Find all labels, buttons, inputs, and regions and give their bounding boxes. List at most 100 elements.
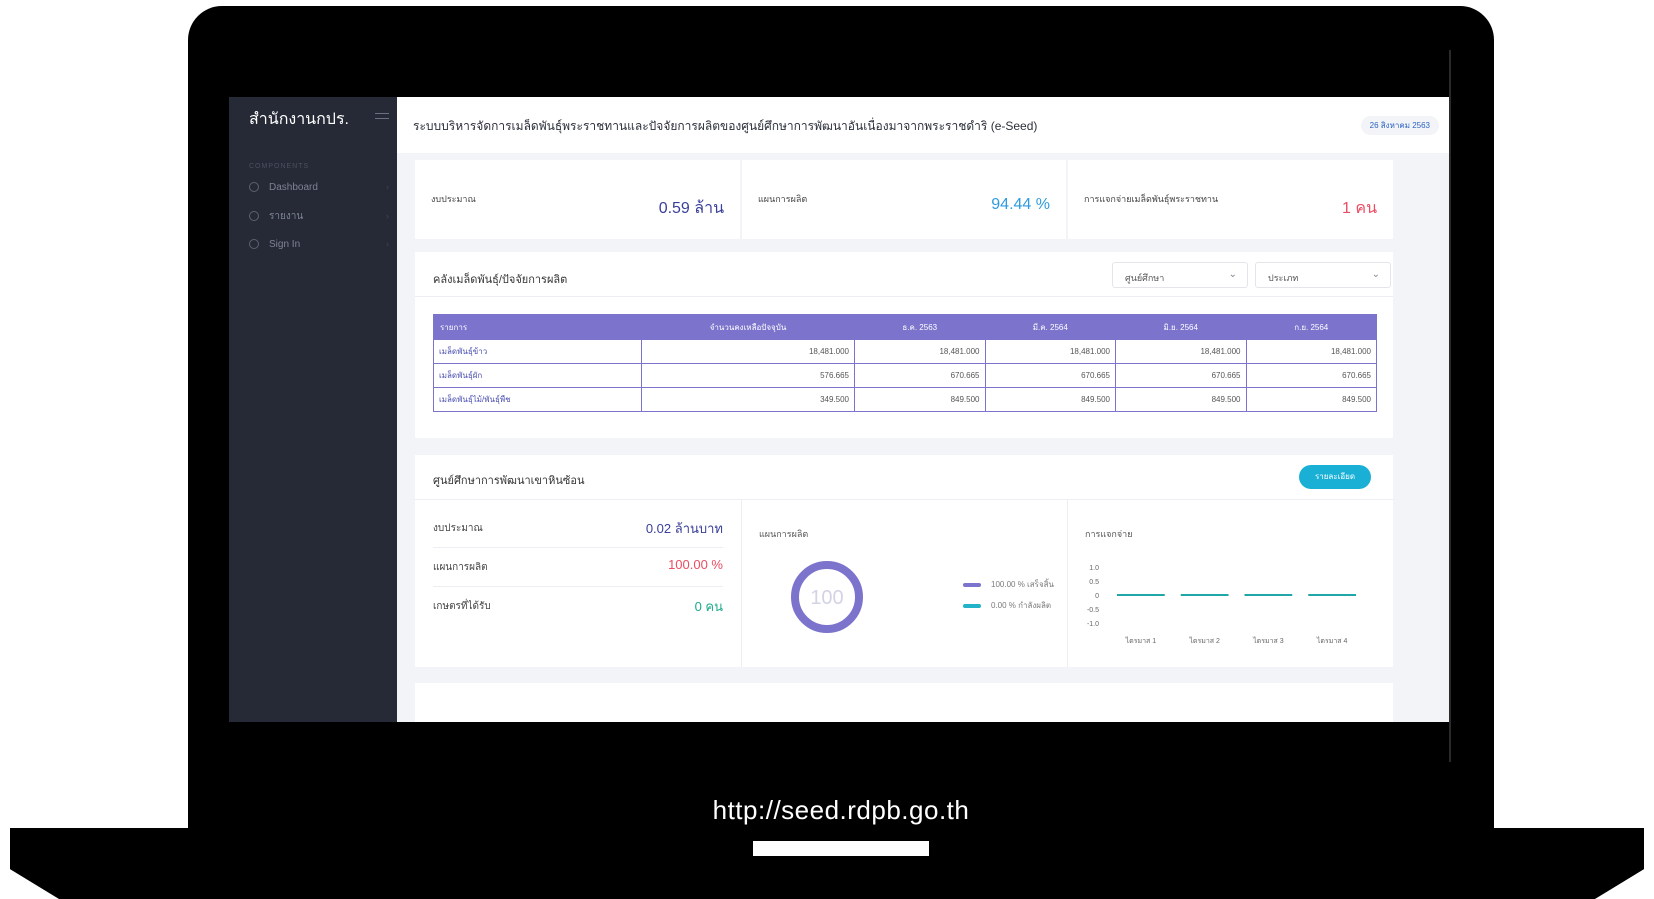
production-donut-chart: 100 <box>791 561 863 633</box>
production-chart-title: แผนการผลิต <box>759 529 809 539</box>
table-cell: 670.665 <box>854 363 986 388</box>
table-cell: 18,481.000 <box>1115 339 1247 364</box>
select-value: ประเภท <box>1268 273 1299 283</box>
y-tick-label: 0.5 <box>1089 579 1099 586</box>
table-row: เมล็ดพันธุ์ผัก 576.665 670.665 670.665 6… <box>433 363 1377 388</box>
legend-label: 0.00 % กำลังผลิต <box>991 601 1052 610</box>
y-tick-label: -0.5 <box>1087 607 1099 614</box>
summary-value: 1 คน <box>1342 200 1377 217</box>
table-cell: 18,481.000 <box>854 339 986 364</box>
center-stat-farmers: เกษตรที่ได้รับ 0 คน <box>433 587 723 625</box>
table-row: เมล็ดพันธุ์ข้าว 18,481.000 18,481.000 18… <box>433 339 1377 364</box>
center-title: ศูนย์ศึกษาการพัฒนาเขาหินซ้อน <box>433 475 585 487</box>
table-header-row: รายการ จำนวนคงเหลือปัจจุบัน ธ.ค. 2563 มี… <box>433 314 1377 340</box>
column-header: ธ.ค. 2563 <box>854 314 986 340</box>
sidebar-item-dashboard[interactable]: Dashboard › <box>249 177 389 197</box>
table-cell: 670.665 <box>984 363 1116 388</box>
stat-value: 0 คน <box>694 599 723 614</box>
x-tick-label: ไตรมาส 2 <box>1188 636 1220 645</box>
column-header: มิ.ย. 2564 <box>1115 314 1247 340</box>
x-tick-label: ไตรมาส 1 <box>1125 636 1157 645</box>
table-cell: 849.500 <box>1245 387 1377 412</box>
summary-card-production: แผนการผลิต 94.44 % <box>742 160 1066 239</box>
legend-swatch <box>963 603 981 608</box>
page-title: ระบบบริหารจัดการเมล็ดพันธุ์พระราชทานและป… <box>413 119 1038 133</box>
stat-label: เกษตรที่ได้รับ <box>433 601 491 612</box>
donut-label: 100 <box>810 587 843 609</box>
table-cell: 670.665 <box>1245 363 1377 388</box>
table-cell: 349.500 <box>641 387 855 412</box>
x-tick-label: ไตรมาส 3 <box>1252 636 1284 645</box>
divider <box>1067 499 1068 667</box>
inventory-title: คลังเมล็ดพันธุ์/ปัจจัยการผลิต <box>433 274 568 286</box>
laptop-base <box>10 828 1644 899</box>
legend-item-producing: 0.00 % กำลังผลิต <box>963 599 1051 612</box>
center-stat-budget: งบประมาณ 0.02 ล้านบาท <box>433 509 723 548</box>
main-content: ระบบบริหารจัดการเมล็ดพันธุ์พระราชทานและป… <box>397 97 1449 722</box>
center-card: ศูนย์ศึกษาการพัฒนาเขาหินซ้อน รายละเอียด … <box>415 455 1393 667</box>
sidebar-item-report[interactable]: รายงาน › <box>249 206 389 226</box>
summary-label: งบประมาณ <box>431 194 476 204</box>
table-cell: 18,481.000 <box>1245 339 1377 364</box>
chevron-right-icon: › <box>386 239 389 249</box>
summary-label: การแจกจ่ายเมล็ดพันธุ์พระราชทาน <box>1084 194 1219 204</box>
y-tick-label: -1.0 <box>1087 621 1099 628</box>
stat-label: งบประมาณ <box>433 523 483 534</box>
detail-button[interactable]: รายละเอียด <box>1299 465 1371 489</box>
chevron-down-icon: ⌄ <box>1371 269 1380 280</box>
footer-url: http://seed.rdpb.go.th <box>712 795 970 825</box>
sidebar-item-label: รายงาน <box>269 210 304 222</box>
table-cell: เมล็ดพันธุ์ข้าว <box>433 339 642 364</box>
report-icon <box>249 211 259 221</box>
column-header: มี.ค. 2564 <box>984 314 1116 340</box>
column-header: จำนวนคงเหลือปัจจุบัน <box>641 314 855 340</box>
divider <box>415 296 1393 297</box>
summary-value: 0.59 ล้าน <box>658 200 724 217</box>
table-cell: เมล็ดพันธุ์ผัก <box>433 363 642 388</box>
table-cell: 849.500 <box>984 387 1116 412</box>
screen: สำนักงานกปร. COMPONENTS Dashboard › รายง… <box>229 97 1449 722</box>
date-badge: 26 สิงหาคม 2563 <box>1360 116 1439 135</box>
divider <box>415 499 1393 500</box>
table-cell: 849.500 <box>854 387 986 412</box>
select-value: ศูนย์ศึกษา <box>1125 273 1165 283</box>
chevron-down-icon: ⌄ <box>1228 269 1237 280</box>
next-card <box>415 683 1393 722</box>
distribution-line-chart: 1.0 0.5 0 -0.5 -1.0 ไตรมาส 1 ไตรมาส 2 ไตรมาส 3 ไ… <box>1087 565 1356 645</box>
sidebar-item-signin[interactable]: Sign In › <box>249 234 389 254</box>
inventory-card: คลังเมล็ดพันธุ์/ปัจจัยการผลิต ศูนย์ศึกษา… <box>415 252 1393 438</box>
chevron-right-icon: › <box>386 211 389 221</box>
table-cell: 576.665 <box>641 363 855 388</box>
table-cell: 18,481.000 <box>641 339 855 364</box>
center-select[interactable]: ศูนย์ศึกษา ⌄ <box>1112 262 1248 288</box>
legend-swatch <box>963 582 981 587</box>
table-cell: 670.665 <box>1115 363 1247 388</box>
menu-toggle-icon[interactable] <box>375 113 389 123</box>
sidebar-item-label: Sign In <box>269 238 301 250</box>
summary-cards: งบประมาณ 0.59 ล้าน แผนการผลิต 94.44 % กา… <box>415 160 1393 239</box>
legend-label: 100.00 % เสร็จสิ้น <box>991 580 1054 589</box>
center-stat-production: แผนการผลิต 100.00 % <box>433 548 723 587</box>
stat-value: 100.00 % <box>668 557 723 572</box>
column-header: รายการ <box>433 314 642 340</box>
signin-icon <box>249 239 259 249</box>
divider <box>741 499 742 667</box>
summary-card-distribution: การแจกจ่ายเมล็ดพันธุ์พระราชทาน 1 คน <box>1068 160 1393 239</box>
summary-card-budget: งบประมาณ 0.59 ล้าน <box>415 160 740 239</box>
inventory-table: รายการ จำนวนคงเหลือปัจจุบัน ธ.ค. 2563 มี… <box>433 314 1377 412</box>
chevron-right-icon: › <box>386 182 389 192</box>
x-tick-label: ไตรมาส 4 <box>1316 636 1348 645</box>
dashboard-icon <box>249 182 259 192</box>
table-cell: 18,481.000 <box>984 339 1116 364</box>
sidebar-item-label: Dashboard <box>269 181 318 193</box>
legend-item-done: 100.00 % เสร็จสิ้น <box>963 578 1054 591</box>
screen-edge <box>1449 50 1451 762</box>
type-select[interactable]: ประเภท ⌄ <box>1255 262 1391 288</box>
summary-value: 94.44 % <box>991 196 1050 213</box>
sidebar-section-label: COMPONENTS <box>249 163 310 170</box>
laptop-notch <box>753 841 929 856</box>
summary-label: แผนการผลิต <box>758 194 808 204</box>
column-header: ก.ย. 2564 <box>1245 314 1377 340</box>
stat-value: 0.02 ล้านบาท <box>645 521 723 536</box>
brand-title: สำนักงานกปร. <box>249 111 349 128</box>
